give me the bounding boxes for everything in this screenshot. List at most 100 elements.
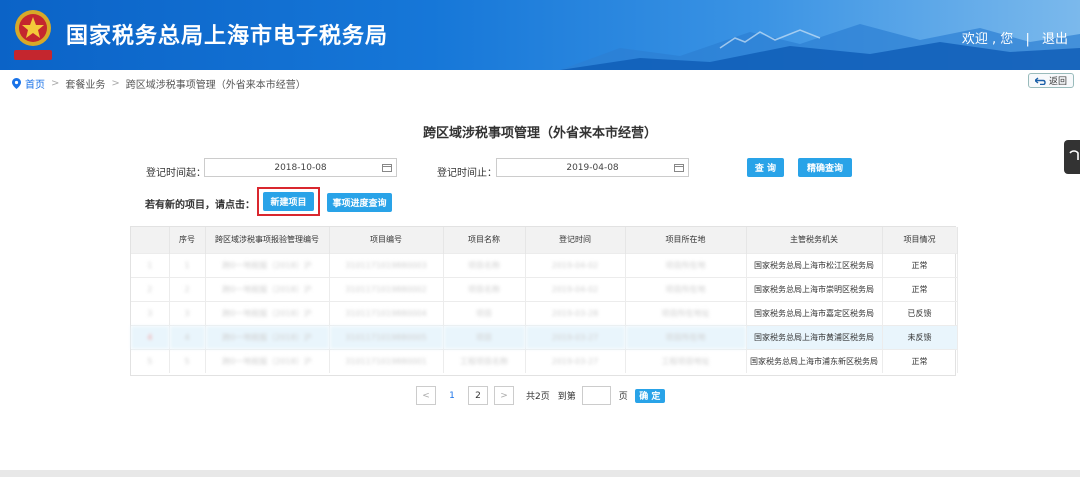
breadcrumb-current: 跨区域涉税事项管理（外省来本市经营） [125, 80, 306, 91]
project-location-cell: 项目所在地 [625, 324, 747, 349]
register-time-cell: 2019-03-27 [525, 324, 626, 349]
column-header: 序号 [169, 227, 206, 253]
goto-label: 到第 [557, 392, 576, 402]
serial-cell: 5 [169, 348, 206, 373]
project-name-cell: 项目名称 [443, 252, 526, 277]
serial-cell: 4 [169, 324, 206, 349]
tax-authority-cell: 国家税务总局上海市松江区税务局 [746, 252, 883, 277]
prev-page-button[interactable]: < [416, 386, 436, 405]
tax-authority-cell: 国家税务总局上海市浦东新区税务局 [746, 348, 883, 373]
project-location-cell: 项目所在地 [625, 276, 747, 301]
calendar-icon [674, 164, 684, 172]
new-project-button[interactable]: 新建项目 [263, 192, 314, 211]
row-select-cell[interactable]: 1 [131, 252, 170, 277]
tax-emblem-icon [14, 10, 52, 60]
column-header: 登记时间 [525, 227, 626, 253]
column-header: 项目情况 [882, 227, 958, 253]
start-date-value: 2018-10-08 [274, 162, 327, 173]
location-pin-icon [12, 78, 21, 89]
side-service-tab[interactable] [1064, 140, 1080, 174]
project-number-cell: 3101171019880003 [329, 252, 444, 277]
project-number-cell: 3101171019880002 [329, 276, 444, 301]
breadcrumb-separator: > [111, 78, 120, 89]
return-arrow-icon [1034, 76, 1046, 85]
column-header: 跨区域涉税事项报验管理编号 [205, 227, 330, 253]
register-time-cell: 2019-03-27 [525, 348, 626, 373]
tax-authority-cell: 国家税务总局上海市崇明区税务局 [746, 276, 883, 301]
report-number-cell: 跨0一地税报（2018）沪 [205, 252, 330, 277]
register-time-cell: 2019-04-02 [525, 252, 626, 277]
table-row[interactable]: 4 4 跨0一地税报（2018）沪 3101171019880005 项目 20… [131, 324, 958, 349]
page-confirm-button[interactable]: 确 定 [634, 388, 665, 403]
project-name-cell: 项目名称 [443, 276, 526, 301]
calendar-icon [382, 164, 392, 172]
row-select-cell[interactable]: 3 [131, 300, 170, 325]
page-number-input[interactable] [581, 386, 611, 405]
project-number-cell: 3101171019880004 [329, 300, 444, 325]
column-header [131, 227, 170, 253]
bottom-bar [0, 470, 1080, 477]
row-select-cell[interactable]: 2 [131, 276, 170, 301]
column-header: 主管税务机关 [746, 227, 883, 253]
tax-authority-cell: 国家税务总局上海市黄浦区税务局 [746, 324, 883, 349]
start-date-input[interactable]: 2018-10-08 [204, 158, 397, 177]
project-location-cell: 工程项目地址 [625, 348, 747, 373]
back-button[interactable]: 返回 [1028, 73, 1074, 88]
total-pages-text: 共2页 [526, 392, 550, 402]
end-date-input[interactable]: 2019-04-08 [496, 158, 689, 177]
precise-query-button[interactable]: 精确查询 [798, 158, 852, 177]
table-row[interactable]: 5 5 跨0一地税报（2018）沪 3101171019880001 工程项目名… [131, 348, 958, 373]
report-number-cell: 跨0一地税报（2018）沪 [205, 348, 330, 373]
register-time-cell: 2019-03-28 [525, 300, 626, 325]
project-status-cell: 正常 [882, 252, 958, 277]
project-name-cell: 工程项目名称 [443, 348, 526, 373]
project-status-cell: 正常 [882, 348, 958, 373]
serial-cell: 3 [169, 300, 206, 325]
row-select-cell[interactable]: 4 [131, 324, 170, 349]
breadcrumb-package-business[interactable]: 套餐业务 [65, 76, 105, 91]
project-name-cell: 项目 [443, 300, 526, 325]
page-title: 跨区域涉税事项管理（外省来本市经营） [422, 126, 657, 141]
breadcrumb-separator: > [51, 78, 60, 89]
table-row[interactable]: 1 1 跨0一地税报（2018）沪 3101171019880003 项目名称 … [131, 252, 958, 277]
report-number-cell: 跨0一地税报（2018）沪 [205, 300, 330, 325]
header-divider: | [1025, 32, 1030, 47]
report-number-cell: 跨0一地税报（2018）沪 [205, 324, 330, 349]
pagination: < 1 2 > 共2页 到第 页 确 定 [416, 386, 665, 405]
header-user-area: 欢迎 , 您 | 退出 [958, 28, 1072, 47]
project-table: 序号 跨区域涉税事项报验管理编号 项目编号 项目名称 登记时间 项目所在地 主管… [130, 226, 958, 376]
table-header-row: 序号 跨区域涉税事项报验管理编号 项目编号 项目名称 登记时间 项目所在地 主管… [131, 227, 958, 253]
table-row[interactable]: 3 3 跨0一地税报（2018）沪 3101171019880004 项目 20… [131, 300, 958, 325]
site-title: 国家税务总局上海市电子税务局 [66, 24, 389, 49]
project-location-cell: 项目所在地 [625, 252, 747, 277]
project-status-cell: 正常 [882, 276, 958, 301]
serial-cell: 1 [169, 252, 206, 277]
site-header: 国家税务总局上海市电子税务局 欢迎 , 您 | 退出 [0, 0, 1080, 70]
headset-icon [1069, 150, 1079, 160]
project-number-cell: 3101171019880005 [329, 324, 444, 349]
report-number-cell: 跨0一地税报（2018）沪 [205, 276, 330, 301]
column-header: 项目编号 [329, 227, 444, 253]
page-1-button[interactable]: 1 [442, 386, 462, 405]
end-date-label: 登记时间止： [437, 168, 497, 179]
column-header: 项目名称 [443, 227, 526, 253]
row-select-cell[interactable]: 5 [131, 348, 170, 373]
end-date-value: 2019-04-08 [566, 162, 619, 173]
serial-cell: 2 [169, 276, 206, 301]
welcome-text: 欢迎 , 您 [961, 32, 1014, 47]
project-location-cell: 项目所在地址 [625, 300, 747, 325]
back-button-label: 返回 [1048, 77, 1067, 87]
table-row[interactable]: 2 2 跨0一地税报（2018）沪 3101171019880002 项目名称 … [131, 276, 958, 301]
breadcrumb: 首页 > 套餐业务 > 跨区域涉税事项管理（外省来本市经营） [12, 76, 306, 91]
logout-link[interactable]: 退出 [1042, 32, 1068, 47]
next-page-button[interactable]: > [494, 386, 514, 405]
register-time-cell: 2019-04-02 [525, 276, 626, 301]
breadcrumb-home[interactable]: 首页 [25, 76, 45, 91]
page-2-button[interactable]: 2 [468, 386, 488, 405]
project-number-cell: 3101171019880001 [329, 348, 444, 373]
project-name-cell: 项目 [443, 324, 526, 349]
tax-authority-cell: 国家税务总局上海市嘉定区税务局 [746, 300, 883, 325]
progress-query-button[interactable]: 事项进度查询 [327, 193, 392, 212]
page-unit-label: 页 [618, 392, 628, 402]
query-button[interactable]: 查 询 [747, 158, 784, 177]
